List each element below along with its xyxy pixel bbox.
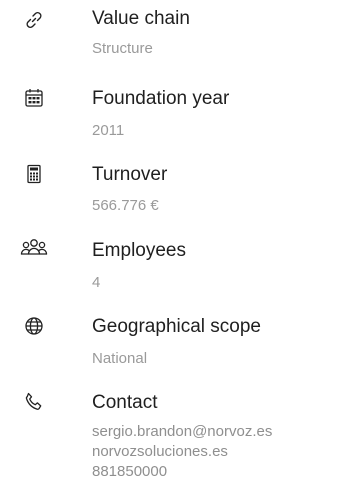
info-value: 2011: [92, 122, 125, 139]
info-title: Geographical scope: [92, 316, 261, 337]
info-value: 4: [92, 274, 101, 291]
info-title: Employees: [92, 240, 186, 261]
info-title: Value chain: [92, 8, 190, 29]
info-value: National: [92, 350, 148, 367]
info-title: Turnover: [92, 164, 168, 185]
info-value: 566.776 €: [92, 197, 159, 214]
people-icon: [20, 236, 48, 260]
contact-website[interactable]: norvozsoluciones.es: [92, 442, 272, 462]
info-value: Structure: [92, 40, 153, 57]
info-title: Foundation year: [92, 88, 230, 109]
contact-details: sergio.brandon@norvoz.es norvozsolucione…: [92, 422, 272, 482]
contact-phone[interactable]: 881850000: [92, 462, 272, 482]
calculator-icon: [22, 162, 46, 186]
globe-icon: [22, 314, 46, 338]
info-title: Contact: [92, 392, 158, 413]
calendar-icon: [22, 86, 46, 110]
link-icon: [22, 8, 46, 32]
phone-icon: [22, 390, 46, 414]
contact-email[interactable]: sergio.brandon@norvoz.es: [92, 422, 272, 442]
